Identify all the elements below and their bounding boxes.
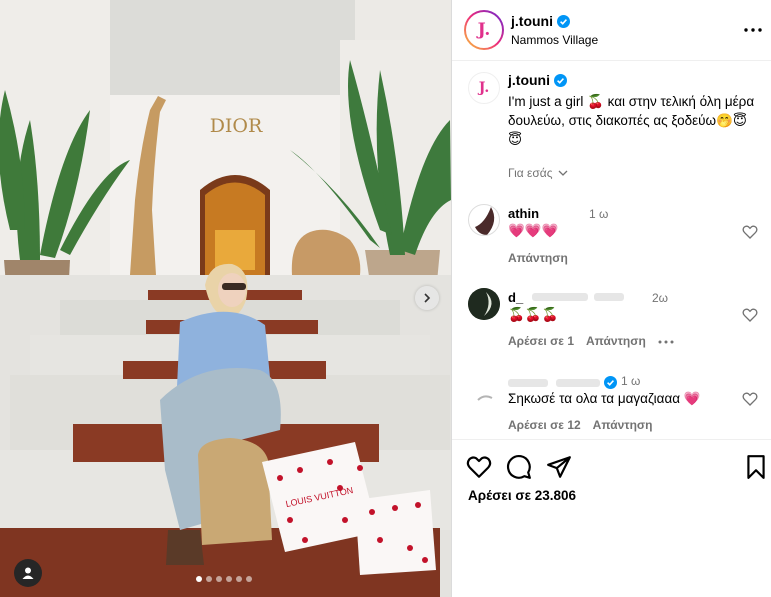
avatar-logo: J. bbox=[478, 80, 490, 96]
comment-like-icon[interactable] bbox=[742, 307, 758, 323]
reply-button[interactable]: Απάντηση bbox=[586, 334, 646, 349]
carousel-dot bbox=[206, 576, 212, 582]
comment-time[interactable]: 2ω bbox=[652, 291, 668, 305]
post-actions bbox=[466, 454, 572, 480]
likes-count[interactable]: Αρέσει σε 23.806 bbox=[468, 488, 576, 503]
chevron-right-icon bbox=[424, 293, 431, 303]
more-horizontal-icon[interactable] bbox=[658, 335, 674, 349]
tagged-users-button[interactable] bbox=[14, 559, 42, 587]
more-horizontal-icon bbox=[744, 28, 762, 32]
carousel-dot bbox=[246, 576, 252, 582]
verified-badge-icon bbox=[554, 73, 567, 87]
caption-avatar[interactable]: J. bbox=[468, 72, 500, 104]
carousel-dot bbox=[196, 576, 202, 582]
commenter-avatar[interactable] bbox=[468, 372, 500, 404]
comment-text: Σηκωσέ τα ολα τα μαγαζιααα 💗 bbox=[508, 391, 701, 406]
post-location[interactable]: Nammos Village bbox=[511, 33, 598, 47]
comment-text: 🍒🍒🍒 bbox=[508, 307, 559, 322]
comment-meta: Αρέσει σε 12 Απάντηση bbox=[508, 418, 652, 432]
comment-meta: Αρέσει σε 1 Απάντηση bbox=[508, 334, 674, 349]
commenter-avatar[interactable] bbox=[468, 204, 500, 236]
post-image: DIOR LOUIS VUITTON bbox=[0, 0, 451, 597]
more-options-button[interactable] bbox=[741, 20, 765, 40]
username-text[interactable]: j.touni bbox=[511, 13, 553, 29]
user-tag-icon bbox=[22, 567, 34, 579]
carousel-next-button[interactable] bbox=[415, 286, 439, 310]
comment-time[interactable]: 1 ω bbox=[589, 207, 608, 221]
caption-username[interactable]: j.touni bbox=[508, 72, 567, 88]
carousel-dot bbox=[226, 576, 232, 582]
caption-text: I'm just a girl 🍒 και στην τελική όλη μέ… bbox=[508, 94, 755, 147]
for-you-dropdown[interactable]: Για εσάς bbox=[508, 166, 568, 180]
author-username[interactable]: j.touni bbox=[511, 13, 570, 29]
comment-likes-count[interactable]: Αρέσει σε 12 bbox=[508, 418, 581, 432]
comment-like-icon[interactable] bbox=[742, 391, 758, 407]
carousel-dot bbox=[236, 576, 242, 582]
verified-badge-icon bbox=[557, 14, 570, 28]
commenter-avatar[interactable] bbox=[468, 288, 500, 320]
username-text[interactable]: j.touni bbox=[508, 72, 550, 88]
share-icon[interactable] bbox=[546, 454, 572, 480]
comment-like-icon[interactable] bbox=[742, 224, 758, 240]
bookmark-icon[interactable] bbox=[743, 454, 769, 480]
dior-sign: DIOR bbox=[210, 115, 263, 137]
reply-button[interactable]: Απάντηση bbox=[593, 418, 653, 432]
for-you-label[interactable]: Για εσάς bbox=[508, 166, 553, 180]
author-avatar[interactable]: J. bbox=[464, 10, 504, 50]
avatar-logo: J. bbox=[477, 20, 491, 40]
reply-button[interactable]: Απάντηση bbox=[508, 251, 568, 265]
carousel-indicator bbox=[196, 576, 252, 582]
post-photo[interactable]: DIOR LOUIS VUITTON bbox=[0, 0, 451, 597]
redacted-username bbox=[532, 293, 624, 301]
comment-icon[interactable] bbox=[506, 454, 532, 480]
comment-likes-count[interactable]: Αρέσει σε 1 bbox=[508, 334, 574, 349]
heart-icon[interactable] bbox=[466, 454, 492, 480]
commenter-username[interactable] bbox=[508, 376, 617, 389]
commenter-username[interactable]: athin bbox=[508, 206, 539, 221]
verified-badge-icon bbox=[604, 376, 617, 389]
post-header: J. j.touni Nammos Village bbox=[452, 0, 771, 61]
comment-time[interactable]: 1 ω bbox=[621, 374, 640, 388]
actions-divider bbox=[452, 439, 771, 440]
comment-text: 💗💗💗 bbox=[508, 223, 559, 238]
post-details-pane: J. j.touni Nammos Village J. j.touni I'm… bbox=[451, 0, 771, 597]
chevron-down-icon bbox=[558, 170, 567, 176]
carousel-dot bbox=[216, 576, 222, 582]
comment-meta: Απάντηση bbox=[508, 251, 568, 265]
commenter-username[interactable]: d_ bbox=[508, 290, 523, 305]
